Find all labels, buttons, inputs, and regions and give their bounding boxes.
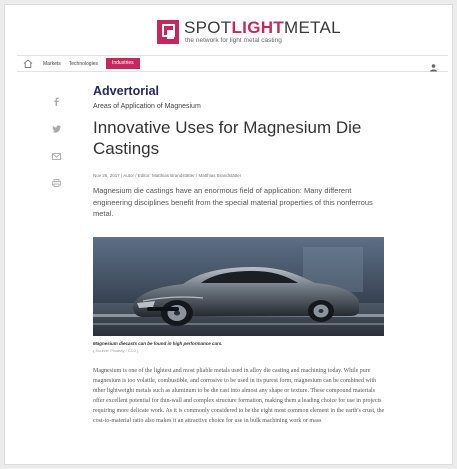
article-body: Magnesium is one of the lightest and mos… (93, 368, 385, 424)
article-byline: Nov 26, 2017 | Autor / Editor: Matthias … (93, 173, 242, 178)
page-frame: SPOTLIGHTMETAL the network for light met… (4, 4, 453, 465)
logo-wordmark: SPOTLIGHTMETAL (184, 19, 341, 36)
main-nav: Markets Technologies Industries (17, 55, 448, 72)
article-photo[interactable] (93, 237, 384, 336)
nav-item-industries[interactable]: Industries (105, 58, 140, 69)
article-kicker: Advertorial (93, 84, 159, 98)
site-logo[interactable]: SPOTLIGHTMETAL the network for light met… (157, 17, 341, 47)
facebook-icon[interactable] (53, 93, 59, 111)
user-icon[interactable] (429, 59, 438, 72)
logo-word-tail: METAL (284, 18, 341, 37)
logo-text: SPOTLIGHTMETAL the network for light met… (184, 19, 341, 45)
nav-item-markets[interactable]: Markets (43, 59, 61, 69)
logo-word-plain: SPOT (184, 18, 232, 37)
email-icon[interactable] (51, 147, 61, 165)
photo-credit: ( Source: Pixabay / CC0 ) (93, 348, 139, 353)
article-title: Innovative Uses for Magnesium Die Castin… (93, 118, 362, 158)
logo-word-accent: LIGHT (231, 18, 284, 37)
home-icon[interactable] (23, 59, 33, 68)
logo-mark-icon (157, 20, 179, 44)
photo-caption: Magnesium diecasts can be found in high … (93, 341, 223, 346)
twitter-icon[interactable] (51, 120, 61, 138)
car-photo-illustration (93, 237, 384, 336)
print-icon[interactable] (51, 174, 61, 192)
article-lead: Magnesium die castings have an enormous … (93, 186, 373, 218)
share-column (51, 93, 61, 201)
article-subtitle: Areas of Application of Magnesium (93, 103, 201, 110)
nav-item-technologies[interactable]: Technologies (69, 59, 98, 69)
logo-tagline: the network for light metal casting (185, 37, 282, 44)
